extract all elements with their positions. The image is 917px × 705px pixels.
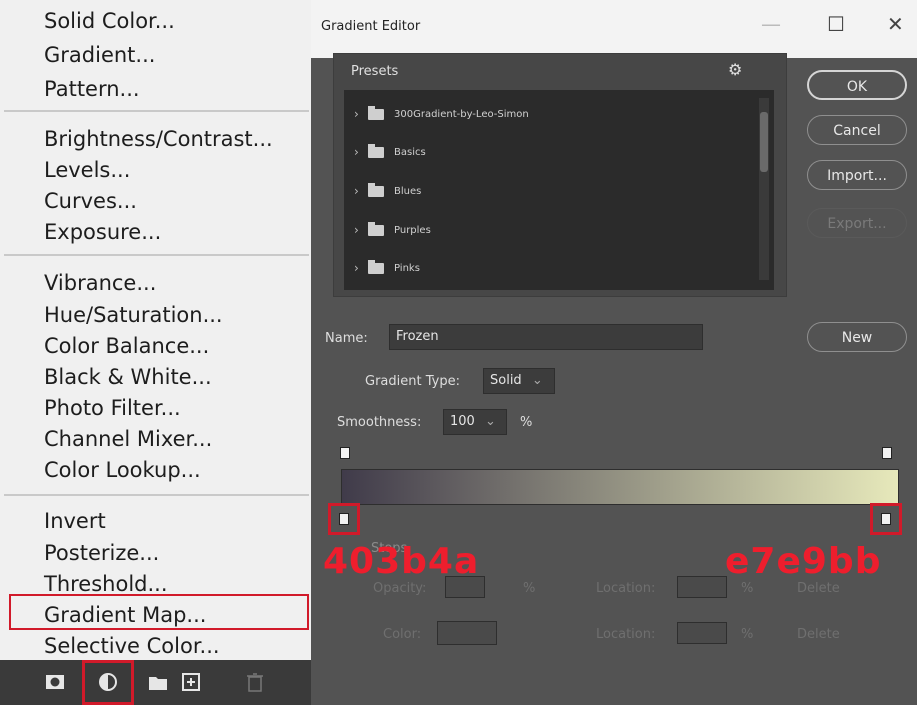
menu-item-solid-color[interactable]: Solid Color... (44, 8, 175, 34)
chevron-right-icon[interactable]: › (354, 223, 368, 237)
title-bar: Gradient Editor — ☐ ✕ (311, 0, 917, 58)
opacity-input[interactable] (445, 576, 485, 598)
opacity-stop-left[interactable] (340, 447, 350, 459)
presets-list[interactable]: › 300Gradient-by-Leo-Simon › Basics › Bl… (344, 90, 774, 290)
color-stop-right-highlight (870, 503, 902, 535)
smoothness-input[interactable]: 100 ⌄ (443, 409, 507, 435)
adjustment-menu: Solid Color... Gradient... Pattern... Br… (0, 0, 311, 705)
color-stop-left-highlight (328, 503, 360, 535)
layers-toolbar (0, 660, 311, 705)
name-input[interactable]: Frozen (389, 324, 703, 350)
maximize-icon[interactable]: ☐ (827, 12, 845, 36)
smoothness-unit: % (520, 415, 533, 430)
chevron-right-icon[interactable]: › (354, 184, 368, 198)
preset-folder[interactable]: › Pinks (354, 258, 420, 278)
gear-icon[interactable]: ⚙ (728, 60, 742, 79)
folder-icon (368, 259, 384, 274)
menu-item-color-lookup[interactable]: Color Lookup... (44, 457, 201, 483)
chevron-right-icon[interactable]: › (354, 107, 368, 121)
folder-icon (368, 143, 384, 158)
preset-folder[interactable]: › 300Gradient-by-Leo-Simon (354, 104, 529, 124)
menu-separator (4, 110, 309, 112)
folder-icon[interactable] (147, 671, 169, 693)
preset-folder-label: Purples (394, 224, 431, 236)
menu-item-curves[interactable]: Curves... (44, 188, 137, 214)
preset-folder[interactable]: › Blues (354, 181, 421, 201)
cancel-button[interactable]: Cancel (807, 115, 907, 145)
menu-item-photo-filter[interactable]: Photo Filter... (44, 395, 181, 421)
export-button[interactable]: Export... (807, 208, 907, 238)
presets-scrollbar[interactable] (759, 98, 769, 280)
gradient-type-label: Gradient Type: (365, 374, 460, 389)
menu-item-channel-mixer[interactable]: Channel Mixer... (44, 426, 212, 452)
smoothness-value: 100 (450, 414, 475, 429)
menu-item-pattern[interactable]: Pattern... (44, 76, 140, 102)
menu-item-exposure[interactable]: Exposure... (44, 219, 161, 245)
opacity-stop-right[interactable] (882, 447, 892, 459)
presets-label[interactable]: Presets (351, 64, 398, 79)
preset-folder[interactable]: › Purples (354, 220, 431, 240)
gradient-preview-bar[interactable] (341, 469, 899, 505)
folder-icon (368, 182, 384, 197)
opacity-location-label: Location: (596, 581, 656, 596)
gradient-map-highlight (9, 594, 309, 630)
mask-icon[interactable] (44, 671, 66, 693)
gradient-editor-dialog: Gradient Editor — ☐ ✕ Presets ⚙ › 300Gra… (311, 0, 917, 705)
preset-folder-label: Blues (394, 185, 422, 197)
color-location-percent: % (741, 627, 754, 642)
menu-item-color-balance[interactable]: Color Balance... (44, 333, 209, 359)
folder-icon (368, 221, 384, 236)
menu-item-gradient[interactable]: Gradient... (44, 42, 155, 68)
color-label: Color: (383, 627, 422, 642)
menu-item-brightness-contrast[interactable]: Brightness/Contrast... (44, 126, 273, 152)
preset-folder-label: 300Gradient-by-Leo-Simon (394, 108, 529, 120)
opacity-label: Opacity: (373, 581, 427, 596)
menu-item-levels[interactable]: Levels... (44, 157, 130, 183)
menu-separator (4, 254, 309, 256)
import-button[interactable]: Import... (807, 160, 907, 190)
dialog-title: Gradient Editor (321, 19, 421, 34)
scrollbar-thumb[interactable] (760, 112, 768, 172)
close-icon[interactable]: ✕ (887, 12, 904, 36)
minimize-icon[interactable]: — (761, 12, 781, 36)
gradient-type-select[interactable]: Solid ⌄ (483, 368, 555, 394)
chevron-right-icon[interactable]: › (354, 261, 368, 275)
menu-item-hue-saturation[interactable]: Hue/Saturation... (44, 302, 223, 328)
menu-item-black-white[interactable]: Black & White... (44, 364, 212, 390)
chevron-down-icon: ⌄ (484, 414, 496, 429)
color-location-label: Location: (596, 627, 656, 642)
presets-panel: Presets ⚙ › 300Gradient-by-Leo-Simon › B… (333, 53, 787, 297)
opacity-location-percent: % (741, 581, 754, 596)
opacity-location-input[interactable] (677, 576, 727, 598)
smoothness-label: Smoothness: (337, 415, 422, 430)
right-hex-annotation: e7e9bb (725, 541, 882, 582)
menu-item-posterize[interactable]: Posterize... (44, 540, 159, 566)
preset-folder-label: Pinks (394, 262, 420, 274)
adjustment-button-highlight (82, 660, 134, 705)
menu-item-vibrance[interactable]: Vibrance... (44, 270, 156, 296)
new-button[interactable]: New (807, 322, 907, 352)
opacity-delete-button[interactable]: Delete (797, 581, 840, 596)
new-layer-icon[interactable] (180, 671, 202, 693)
chevron-down-icon: ⌄ (531, 373, 543, 388)
color-swatch[interactable] (437, 621, 497, 645)
opacity-percent: % (523, 581, 536, 596)
color-delete-button[interactable]: Delete (797, 627, 840, 642)
menu-item-invert[interactable]: Invert (44, 508, 106, 534)
color-location-input[interactable] (677, 622, 727, 644)
ok-button[interactable]: OK (807, 70, 907, 100)
preset-folder-label: Basics (394, 146, 426, 158)
preset-folder[interactable]: › Basics (354, 142, 426, 162)
menu-separator (4, 494, 309, 496)
menu-item-selective-color[interactable]: Selective Color... (44, 633, 220, 659)
folder-icon (368, 105, 384, 120)
gradient-type-value: Solid (490, 373, 522, 388)
name-label: Name: (325, 331, 368, 346)
chevron-right-icon[interactable]: › (354, 145, 368, 159)
trash-icon[interactable] (244, 671, 266, 693)
